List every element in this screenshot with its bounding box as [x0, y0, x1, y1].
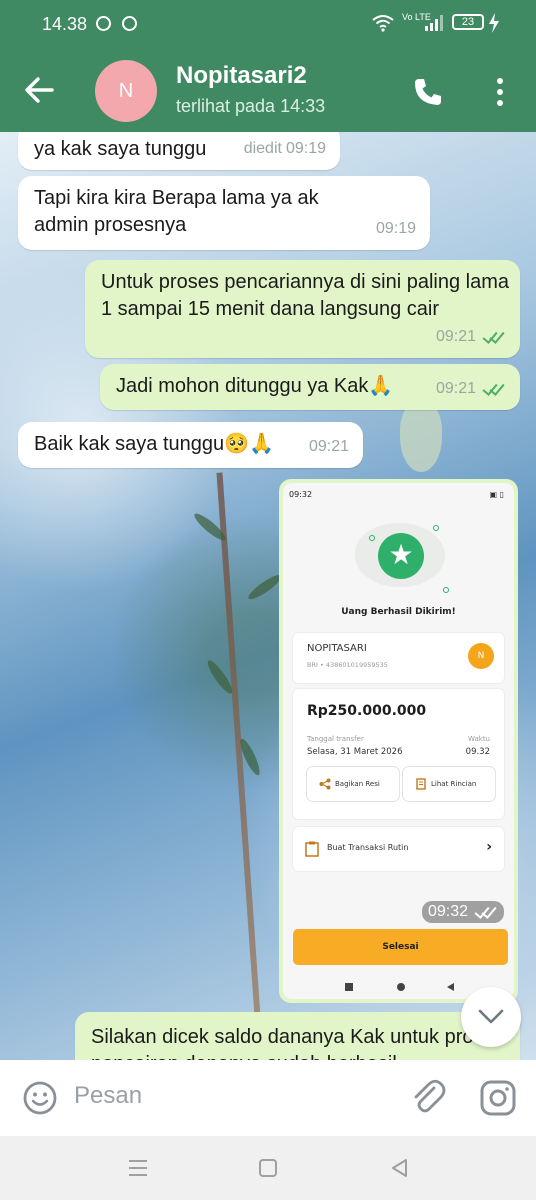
- date-label: Tanggal transfer: [307, 735, 364, 743]
- view-details-button: Lihat Rincian: [403, 767, 495, 801]
- decor-dot: [443, 587, 449, 593]
- back-icon[interactable]: [388, 1156, 412, 1180]
- wifi-icon: [372, 15, 394, 32]
- routine-transaction-label: Buat Transaksi Rutin: [327, 843, 409, 852]
- view-details-label: Lihat Rincian: [431, 780, 477, 788]
- message-time: 09:21: [308, 438, 349, 455]
- date-value: Selasa, 31 Maret 2026: [307, 747, 403, 757]
- message-bubble-incoming[interactable]: Tapi kira kira Berapa lama ya ak admin p…: [18, 176, 430, 250]
- last-seen-status: terlihat pada 14:33: [176, 96, 326, 116]
- recipient-name: NOPITASARI: [307, 643, 367, 654]
- wallpaper-plant-stem: [216, 472, 262, 1032]
- status-bar: 14.38 Vo LTE 23: [0, 0, 536, 48]
- share-receipt-label: Bagikan Resi: [335, 780, 380, 788]
- recipient-card: NOPITASARI BRI • 438601019959535 N: [293, 633, 504, 683]
- paperclip-icon[interactable]: [410, 1078, 446, 1118]
- decor-dot: [369, 535, 375, 541]
- message-time: 09:21: [435, 380, 476, 397]
- message-text: Baik kak saya tunggu🥺🙏: [34, 433, 274, 455]
- message-bubble-incoming[interactable]: Baik kak saya tunggu🥺🙏 09:21: [18, 422, 363, 468]
- contact-name[interactable]: Nopitasari2: [176, 62, 307, 90]
- routine-transaction-row: Buat Transaksi Rutin ›: [293, 827, 504, 871]
- notification-icon: [122, 16, 137, 31]
- emoji-icon[interactable]: [22, 1080, 58, 1116]
- message-bubble-outgoing[interactable]: Untuk proses pencariannya di sini paling…: [85, 260, 520, 358]
- message-time: 09:19: [285, 140, 326, 157]
- message-input[interactable]: Pesan: [74, 1082, 142, 1110]
- camera-icon[interactable]: [478, 1078, 518, 1118]
- success-star-icon: ★: [378, 533, 424, 579]
- chat-header: N Nopitasari2 terlihat pada 14:33: [0, 48, 536, 132]
- image-message[interactable]: 09:32 ▣ ▯ ★ Uang Berhasil Dikirim! NOPIT…: [279, 479, 518, 1003]
- avatar[interactable]: N: [95, 60, 157, 122]
- message-time: 09:19: [375, 220, 416, 237]
- double-check-icon: [482, 381, 506, 395]
- signal-icon: [425, 15, 443, 31]
- receipt-icon: [416, 778, 426, 790]
- recipient-initial: N: [468, 643, 494, 669]
- battery-indicator: 23: [452, 14, 484, 30]
- recipient-account: BRI • 438601019959535: [307, 661, 388, 669]
- message-text: ya kak saya tunggu: [34, 138, 207, 160]
- message-text: Silakan dicek saldo dananya Kak untuk pr…: [91, 1026, 505, 1060]
- phone-icon[interactable]: [412, 76, 444, 108]
- chevron-down-icon: [478, 1009, 504, 1024]
- system-navigation-bar: [0, 1136, 536, 1200]
- notification-icon: [96, 16, 111, 31]
- home-icon: [397, 983, 405, 991]
- chevron-right-icon: ›: [486, 839, 492, 855]
- more-vertical-icon[interactable]: [490, 76, 510, 108]
- message-time: 09:21: [435, 328, 476, 345]
- recent-apps-icon[interactable]: [126, 1156, 150, 1180]
- chat-area[interactable]: ya kak saya tunggu diedit 09:19 Tapi kira…: [0, 132, 536, 1060]
- message-bubble-outgoing[interactable]: Jadi mohon ditunggu ya Kak🙏 09:21: [100, 364, 520, 410]
- transfer-amount: Rp250.000.000: [307, 703, 427, 719]
- back-icon: [447, 983, 454, 991]
- done-button: Selesai: [293, 929, 508, 965]
- receipt-title: Uang Berhasil Dikirim!: [341, 607, 456, 617]
- share-receipt-button: Bagikan Resi: [307, 767, 399, 801]
- message-bubble-outgoing[interactable]: Silakan dicek saldo dananya Kak untuk pr…: [75, 1012, 520, 1060]
- message-text: Tapi kira kira Berapa lama ya ak admin p…: [34, 187, 319, 236]
- double-check-icon: [482, 329, 506, 343]
- share-icon: [319, 778, 331, 790]
- status-time: 14.38: [42, 14, 88, 34]
- message-input-bar: Pesan: [0, 1060, 536, 1136]
- charging-icon: [489, 13, 499, 33]
- double-check-icon: [474, 904, 498, 918]
- receipt-status-time: 09:32: [289, 490, 313, 499]
- message-text: Jadi mohon ditunggu ya Kak🙏: [116, 375, 394, 397]
- edited-label: diedit: [243, 140, 282, 157]
- amount-card: Rp250.000.000 Tanggal transfer Selasa, 3…: [293, 689, 504, 819]
- scroll-to-bottom-button[interactable]: [461, 987, 521, 1047]
- image-time: 09:32: [427, 903, 468, 920]
- wallpaper-flower-bud: [400, 402, 442, 472]
- arrow-left-icon[interactable]: [22, 74, 58, 106]
- clipboard-icon: [305, 841, 319, 857]
- receipt-status-icons: ▣ ▯: [489, 490, 504, 499]
- decor-dot: [433, 525, 439, 531]
- home-icon[interactable]: [256, 1156, 280, 1180]
- recent-apps-icon: [345, 983, 353, 991]
- message-bubble-incoming[interactable]: ya kak saya tunggu diedit 09:19: [18, 132, 340, 170]
- time-label: Waktu: [468, 735, 490, 743]
- time-value: 09.32: [465, 747, 490, 757]
- message-text: Untuk proses pencariannya di sini paling…: [101, 271, 510, 320]
